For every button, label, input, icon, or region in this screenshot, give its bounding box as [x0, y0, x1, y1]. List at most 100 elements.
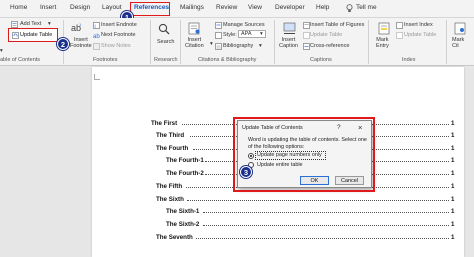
toc-page-number: 1: [451, 132, 455, 139]
ribbon-references: Add Text ▾ ▾ able of Contents ab 1 Insert…: [0, 18, 474, 66]
toc-page-number: 1: [451, 196, 455, 203]
tab-help[interactable]: Help: [316, 4, 329, 11]
svg-text:1: 1: [79, 22, 82, 27]
bibliography-icon: [214, 42, 222, 50]
show-notes-button[interactable]: Show Notes: [101, 43, 131, 49]
tab-design[interactable]: Design: [70, 4, 90, 11]
toc-leader: [187, 197, 449, 201]
toc-leader: [203, 209, 449, 213]
page-corner-mark: [94, 74, 100, 80]
cross-reference-icon: [302, 42, 310, 50]
toc-entry[interactable]: The Sixth-2: [166, 221, 199, 228]
svg-text:ab: ab: [93, 34, 100, 39]
group-label-captions: Captions: [310, 57, 332, 63]
svg-text:i: i: [94, 24, 95, 29]
group-label-footnotes: Footnotes: [93, 57, 118, 63]
chevron-down-icon: ▾: [48, 21, 51, 27]
toc-page-number: 1: [451, 145, 455, 152]
step-badge-2: 2: [57, 38, 69, 50]
tab-layout[interactable]: Layout: [102, 4, 122, 11]
add-text-button[interactable]: Add Text: [20, 21, 41, 27]
style-select-value: APA: [241, 31, 252, 37]
mark-entry-button[interactable]: Mark Entry: [376, 37, 389, 49]
insert-footnote-button[interactable]: Insert Footnote: [70, 37, 92, 49]
toc-entry[interactable]: The Fourth: [156, 145, 188, 152]
toc-leader: [182, 121, 237, 125]
chevron-down-icon: ▾: [260, 31, 263, 37]
toc-page-number: 1: [451, 234, 455, 241]
cross-reference-button[interactable]: Cross-reference: [310, 43, 349, 49]
mark-citation-icon: [453, 21, 467, 35]
toc-entry[interactable]: The Fourth-1: [166, 157, 204, 164]
toc-page-number: 1: [451, 170, 455, 177]
toc-leader: [203, 222, 449, 226]
toc-dropdown-arrow[interactable]: ▾: [0, 48, 3, 54]
bibliography-button[interactable]: Bibliography: [223, 43, 253, 49]
insert-citation-button[interactable]: Insert Citation: [185, 37, 204, 49]
toc-entry[interactable]: The Third: [156, 132, 184, 139]
tab-view[interactable]: View: [248, 4, 262, 11]
toc-leader: [372, 158, 449, 162]
endnote-icon: i: [92, 21, 100, 29]
next-footnote-icon: ab: [92, 31, 100, 39]
search-button[interactable]: Search: [157, 39, 174, 45]
toc-entry[interactable]: The Sixth: [156, 196, 184, 203]
footnote-icon: ab 1: [70, 21, 84, 35]
toc-entry[interactable]: The Fifth: [156, 183, 182, 190]
insert-caption-button[interactable]: Insert Caption: [279, 37, 298, 49]
group-label-research: Research: [154, 57, 178, 63]
toc-leader: [193, 146, 237, 150]
toc-leader: [372, 133, 449, 137]
insert-index-button[interactable]: Insert Index: [404, 22, 433, 28]
toc-entry[interactable]: The Seventh: [156, 234, 193, 241]
group-label-citations: Citations & Bibliography: [198, 57, 257, 63]
toc-page-number: 1: [451, 183, 455, 190]
insert-endnote-button[interactable]: Insert Endnote: [101, 22, 137, 28]
table-of-figures-icon: [302, 21, 310, 29]
group-separator: [274, 20, 275, 64]
toc-page-number: 1: [451, 221, 455, 228]
manage-sources-icon: [214, 21, 222, 29]
toc-page-number: 1: [451, 120, 455, 127]
tell-me-search[interactable]: Tell me: [356, 4, 377, 11]
update-index-button[interactable]: Update Table: [404, 32, 436, 38]
tab-review[interactable]: Review: [216, 4, 237, 11]
tab-insert[interactable]: Insert: [40, 4, 56, 11]
group-separator: [180, 20, 181, 64]
update-table-icon: [302, 31, 310, 39]
add-text-icon: [10, 20, 18, 28]
mark-entry-icon: [377, 21, 391, 35]
tab-mailings[interactable]: Mailings: [180, 4, 204, 11]
ribbon-tab-bar: Home Insert Design Layout References Mai…: [0, 0, 474, 18]
toc-leader: [372, 171, 449, 175]
insert-table-of-figures-button[interactable]: Insert Table of Figures: [310, 22, 364, 28]
toc-leader: [190, 133, 237, 137]
toc-page-number: 1: [451, 208, 455, 215]
group-label-toc: able of Contents: [0, 57, 41, 63]
manage-sources-button[interactable]: Manage Sources: [223, 22, 265, 28]
mark-citation-button[interactable]: Mark Cit: [452, 37, 464, 49]
update-table-button[interactable]: Update Table: [8, 28, 58, 42]
style-select[interactable]: APA ▾: [238, 30, 266, 38]
update-table-figures-button[interactable]: Update Table: [310, 32, 342, 38]
next-footnote-button[interactable]: Next Footnote: [101, 32, 136, 38]
references-highlight-box: [130, 2, 170, 16]
toc-entry[interactable]: The First: [151, 120, 177, 127]
group-separator: [150, 20, 151, 64]
tab-home[interactable]: Home: [10, 4, 27, 11]
update-index-icon: [395, 31, 403, 39]
group-label-index: Index: [402, 57, 416, 63]
search-icon: [157, 22, 171, 36]
citation-icon: [187, 21, 201, 35]
toc-page-number: 1: [451, 157, 455, 164]
lightbulb-icon: [345, 3, 354, 14]
toc-leader: [372, 146, 449, 150]
show-notes-icon: [92, 42, 100, 50]
group-separator: [446, 20, 447, 64]
style-label: Style:: [223, 32, 237, 38]
toc-entry[interactable]: The Sixth-1: [166, 208, 199, 215]
step-badge-3: 3: [240, 166, 252, 178]
toc-entry[interactable]: The Fourth-2: [166, 170, 204, 177]
tab-developer[interactable]: Developer: [275, 4, 305, 11]
chevron-down-icon: ▾: [210, 41, 213, 47]
